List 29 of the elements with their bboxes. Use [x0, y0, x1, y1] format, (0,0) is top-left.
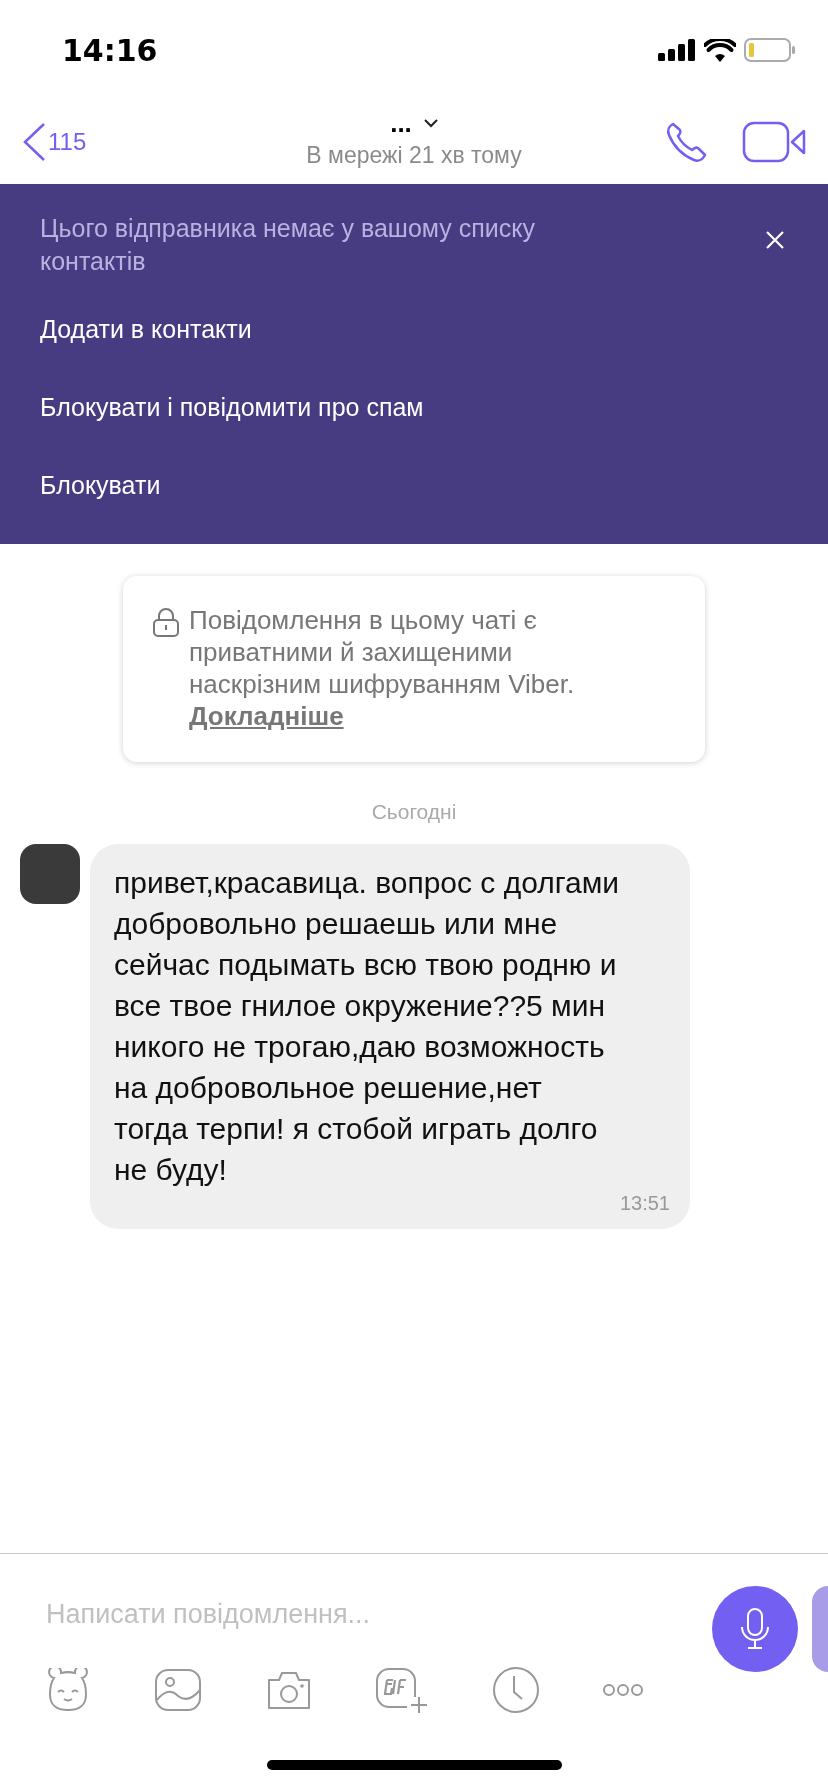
banner-message: Цього відправника немає у вашому списку контактів — [40, 213, 536, 277]
chevron-down-icon[interactable] — [423, 118, 438, 128]
message-text: привет,красавица. вопрос с долгами добровольно решаешь или мне сейчас подымать всю твою родню и все твое гнилое окружение??5 мин никого не трогаю,даю возможность на добровольное решение,нет тогда терпи! я стобой играть долго не буду! — [114, 865, 621, 1188]
battery-icon — [744, 38, 796, 62]
banner-action[interactable]: Блокувати — [40, 446, 788, 524]
avatar-placeholder[interactable] — [20, 844, 80, 904]
banner-action[interactable]: Блокувати і повідомити про спам — [40, 368, 788, 446]
date-separator: Сьогодні — [371, 800, 457, 824]
signal-icon — [658, 39, 696, 61]
edge-circle-button[interactable] — [812, 1586, 828, 1672]
more-icon[interactable] — [601, 1683, 644, 1697]
chevron-left-icon[interactable] — [22, 122, 46, 162]
learn-more-link[interactable]: Докладніше — [189, 701, 344, 731]
phone-icon[interactable] — [664, 120, 708, 164]
contact-name[interactable]: ... — [390, 110, 412, 136]
clock-icon[interactable] — [491, 1666, 540, 1714]
message-time: 13:51 — [619, 1192, 670, 1215]
image-icon[interactable] — [154, 1668, 203, 1712]
close-icon[interactable] — [765, 230, 785, 250]
gif-icon[interactable] — [375, 1667, 430, 1713]
back-button[interactable]: 115 — [22, 122, 87, 162]
status-time: 14:16 — [62, 32, 158, 68]
video-camera-icon[interactable] — [742, 121, 806, 163]
online-status: В мережі 21 хв тому — [306, 142, 522, 169]
banner-action[interactable]: Додати в контакти — [40, 290, 788, 368]
microphone-icon[interactable] — [738, 1607, 772, 1651]
encryption-notice-text: Повідомлення в цьому чаті є приватними й захищеними наскрізним шифруванням Viber. Докладніше — [189, 604, 576, 732]
wifi-icon — [704, 38, 736, 62]
lock-icon — [153, 607, 179, 637]
